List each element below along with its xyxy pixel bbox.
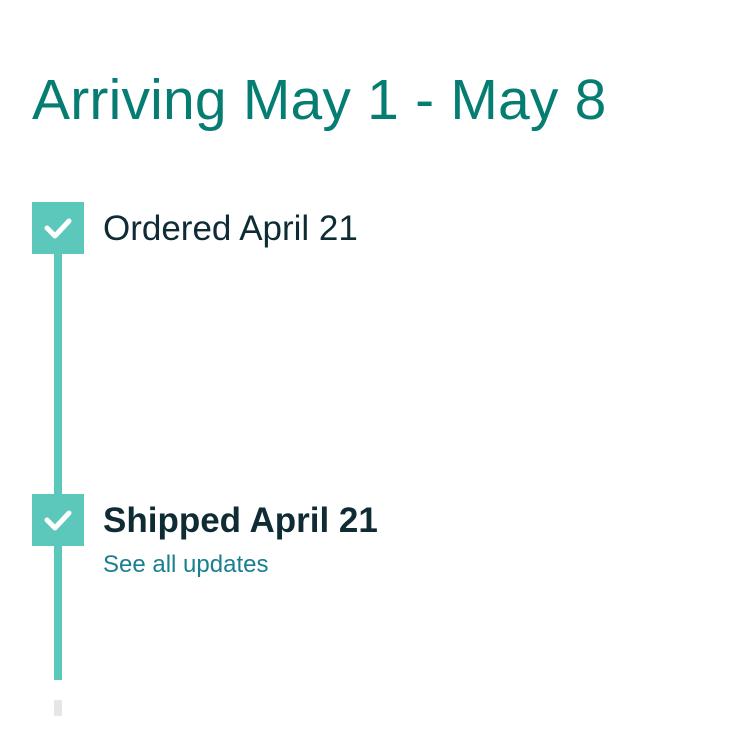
checkmark-icon xyxy=(44,510,72,531)
progress-line-segment xyxy=(54,252,62,496)
progress-line-segment xyxy=(54,544,62,680)
pending-line-segment xyxy=(54,700,62,716)
see-all-updates-link[interactable]: See all updates xyxy=(103,549,268,581)
shipped-step-marker xyxy=(32,494,84,546)
ordered-step-label: Ordered April 21 xyxy=(103,209,358,248)
ordered-step-marker xyxy=(32,202,84,254)
checkmark-icon xyxy=(44,218,72,239)
shipped-step-label: Shipped April 21 xyxy=(103,501,378,540)
tracking-timeline xyxy=(32,0,84,732)
delivery-heading: Arriving May 1 - May 8 xyxy=(32,68,607,132)
